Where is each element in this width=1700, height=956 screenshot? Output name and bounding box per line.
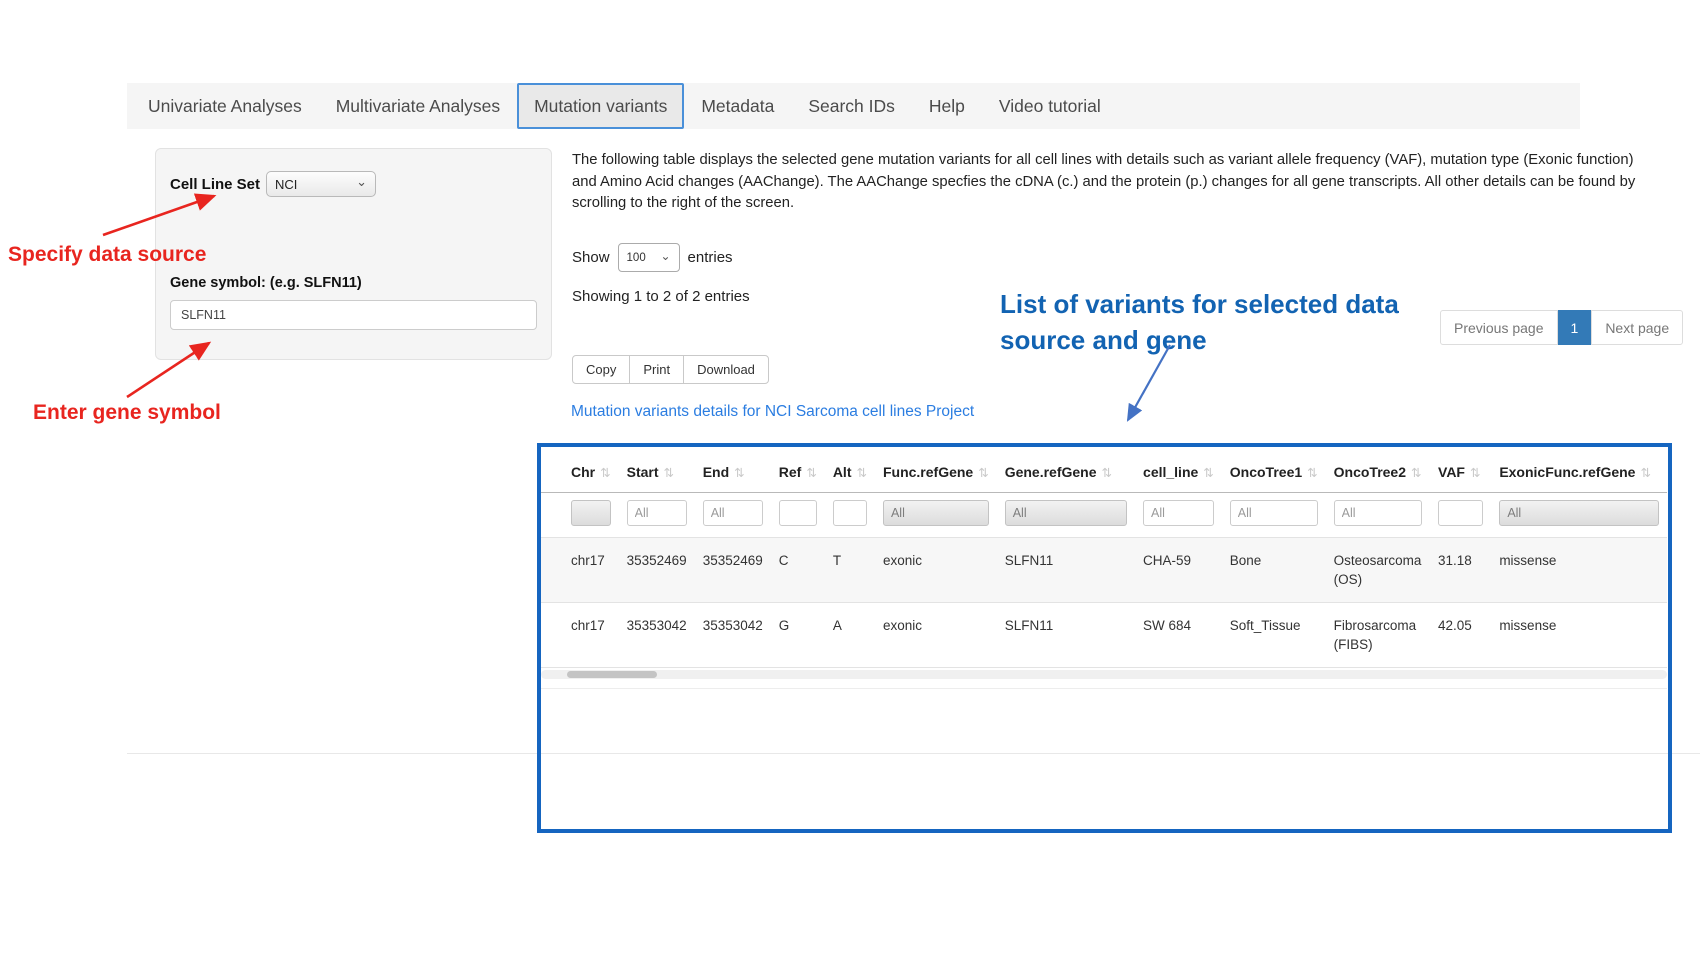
filter-input-ref[interactable] [779, 500, 817, 526]
filter-select-chr[interactable] [571, 500, 611, 526]
sort-icon: ⇅ [856, 466, 866, 480]
filter-input-start[interactable] [627, 500, 687, 526]
table-description-text: The following table displays the selecte… [572, 150, 1650, 215]
chevron-down-icon: ⌄ [356, 177, 367, 187]
column-header-start[interactable]: Start⇅ [619, 447, 695, 493]
filter-select-exonicfunc-refgene[interactable]: All [1499, 500, 1659, 526]
download-button[interactable]: Download [683, 355, 769, 384]
page-number-button[interactable]: 1 [1558, 310, 1592, 345]
pagination: Previous page 1 Next page [1440, 310, 1683, 345]
chevron-down-icon: ⌄ [660, 252, 670, 260]
tab-search-ids[interactable]: Search IDs [791, 83, 912, 129]
gene-symbol-label: Gene symbol: (e.g. SLFN11) [170, 275, 537, 291]
column-header-ref[interactable]: Ref⇅ [771, 447, 825, 493]
annotation-enter-gene-symbol: Enter gene symbol [33, 401, 221, 425]
table-bottom-border [541, 688, 1667, 689]
column-header-end[interactable]: End⇅ [695, 447, 771, 493]
filter-input-vaf[interactable] [1438, 500, 1483, 526]
filter-input-oncotree2[interactable] [1334, 500, 1422, 526]
export-button-group: Copy Print Download [572, 355, 769, 384]
tab-multivariate-analyses[interactable]: Multivariate Analyses [319, 83, 517, 129]
annotation-list-of-variants: List of variants for selected data sourc… [1000, 286, 1450, 358]
column-header-oncotree1[interactable]: OncoTree1⇅ [1222, 447, 1326, 493]
tab-univariate-analyses[interactable]: Univariate Analyses [131, 83, 319, 129]
filter-input-alt[interactable] [833, 500, 867, 526]
cell-line-set-label: Cell Line Set [170, 176, 260, 193]
column-header-gene-refgene[interactable]: Gene.refGene⇅ [997, 447, 1135, 493]
page: Univariate Analyses Multivariate Analyse… [0, 0, 1700, 956]
previous-page-button[interactable]: Previous page [1440, 310, 1558, 345]
column-header-exonicfunc-refgene[interactable]: ExonicFunc.refGene⇅ [1491, 447, 1667, 493]
sort-icon: ⇅ [1470, 466, 1480, 480]
table-row[interactable]: chr17 35352469 35352469 C T exonic SLFN1… [541, 538, 1667, 603]
column-header-vaf[interactable]: VAF⇅ [1430, 447, 1491, 493]
table-row[interactable]: chr17 35353042 35353042 G A exonic SLFN1… [541, 603, 1667, 668]
sidebar-panel: Cell Line Set NCI ⌄ Gene symbol: (e.g. S… [155, 148, 552, 360]
column-header-func-refgene[interactable]: Func.refGene⇅ [875, 447, 997, 493]
column-header-alt[interactable]: Alt⇅ [825, 447, 875, 493]
table-filter-row: All All All [541, 493, 1667, 538]
sort-icon: ⇅ [1411, 466, 1421, 480]
sort-icon: ⇅ [806, 466, 816, 480]
sort-icon: ⇅ [664, 466, 674, 480]
filter-input-oncotree1[interactable] [1230, 500, 1318, 526]
gene-symbol-input[interactable] [170, 300, 537, 330]
showing-entries-status: Showing 1 to 2 of 2 entries [572, 288, 750, 305]
copy-button[interactable]: Copy [572, 355, 630, 384]
column-header-chr[interactable]: Chr⇅ [541, 447, 619, 493]
top-navbar: Univariate Analyses Multivariate Analyse… [127, 83, 1580, 129]
variants-table-annotation-box: Chr⇅ Start⇅ End⇅ Ref⇅ Alt⇅ Func.refGene⇅… [537, 443, 1672, 833]
sort-icon: ⇅ [600, 466, 610, 480]
sort-icon: ⇅ [1307, 466, 1317, 480]
scrollbar-thumb[interactable] [567, 671, 657, 678]
entries-label: entries [688, 249, 733, 266]
tab-help[interactable]: Help [912, 83, 982, 129]
annotation-specify-data-source: Specify data source [8, 243, 206, 267]
column-header-oncotree2[interactable]: OncoTree2⇅ [1326, 447, 1430, 493]
cell-line-set-value: NCI [275, 177, 297, 192]
horizontal-scrollbar[interactable] [541, 670, 1667, 679]
filter-input-cell-line[interactable] [1143, 500, 1214, 526]
sort-icon: ⇅ [1640, 466, 1650, 480]
variants-table: Chr⇅ Start⇅ End⇅ Ref⇅ Alt⇅ Func.refGene⇅… [541, 447, 1667, 668]
tab-metadata[interactable]: Metadata [684, 83, 791, 129]
page-length-value: 100 [627, 252, 646, 264]
filter-select-func-refgene[interactable]: All [883, 500, 989, 526]
tab-video-tutorial[interactable]: Video tutorial [982, 83, 1118, 129]
column-header-cell-line[interactable]: cell_line⇅ [1135, 447, 1222, 493]
table-caption-link[interactable]: Mutation variants details for NCI Sarcom… [571, 403, 974, 421]
filter-input-end[interactable] [703, 500, 763, 526]
show-label: Show [572, 249, 610, 266]
page-length-control: Show 100 ⌄ entries [572, 243, 733, 272]
tab-mutation-variants[interactable]: Mutation variants [517, 83, 684, 129]
filter-select-gene-refgene[interactable]: All [1005, 500, 1127, 526]
sort-icon: ⇅ [734, 466, 744, 480]
page-length-select[interactable]: 100 ⌄ [618, 243, 680, 272]
print-button[interactable]: Print [629, 355, 684, 384]
table-header-row: Chr⇅ Start⇅ End⇅ Ref⇅ Alt⇅ Func.refGene⇅… [541, 447, 1667, 493]
cell-line-set-select[interactable]: NCI ⌄ [266, 171, 376, 197]
sort-icon: ⇅ [1203, 466, 1213, 480]
sort-icon: ⇅ [1102, 466, 1112, 480]
next-page-button[interactable]: Next page [1591, 310, 1683, 345]
sort-icon: ⇅ [978, 466, 988, 480]
